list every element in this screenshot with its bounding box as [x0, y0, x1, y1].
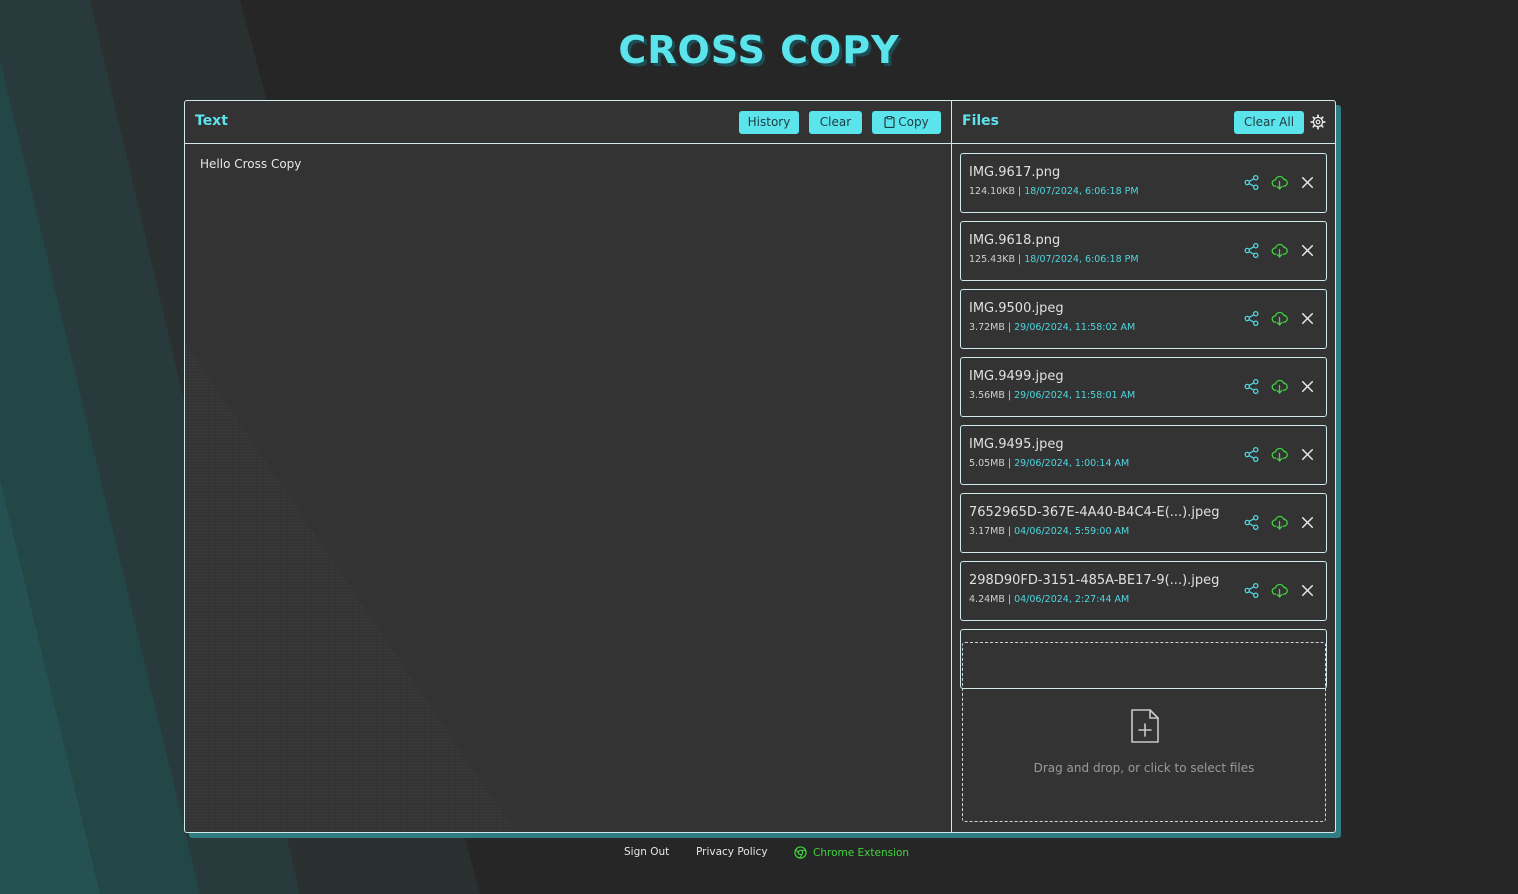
clear-button-label: Clear [819, 115, 852, 129]
file-meta: 124.10KB | 18/07/2024, 6:06:18 PM [969, 186, 1139, 197]
app-title: CROSS COPY [618, 28, 900, 72]
share-icon[interactable] [1243, 242, 1260, 259]
share-icon[interactable] [1243, 378, 1260, 395]
file-date: 18/07/2024, 6:06:18 PM [1024, 186, 1139, 197]
files-panel-header: Files Clear All [952, 101, 1335, 144]
file-name: IMG.9617.png [969, 165, 1061, 180]
file-card[interactable]: 7652965D-367E-4A40-B4C4-E(...).jpeg 3.17… [960, 493, 1327, 553]
chrome-extension-link[interactable]: Chrome Extension [794, 846, 909, 859]
download-icon[interactable] [1271, 514, 1288, 531]
file-add-icon [1131, 709, 1159, 743]
file-meta: 3.56MB | 29/06/2024, 11:58:01 AM [969, 390, 1136, 401]
file-meta: 5.05MB | 29/06/2024, 1:00:14 AM [969, 458, 1130, 469]
file-date: 29/06/2024, 11:58:01 AM [1014, 390, 1136, 401]
share-icon[interactable] [1243, 514, 1260, 531]
dot-shading [185, 342, 515, 832]
files-panel-title: Files [962, 113, 999, 129]
download-icon[interactable] [1271, 582, 1288, 599]
file-size: 3.17MB [969, 526, 1005, 537]
file-card[interactable]: IMG.9499.jpeg 3.56MB | 29/06/2024, 11:58:0… [960, 357, 1327, 417]
history-button[interactable]: History [739, 111, 799, 134]
file-date: 18/07/2024, 6:06:18 PM [1024, 254, 1139, 265]
chrome-icon [794, 846, 807, 859]
share-icon[interactable] [1243, 174, 1260, 191]
file-actions [1243, 378, 1316, 395]
close-icon[interactable] [1299, 174, 1316, 191]
file-name: 7652965D-367E-4A40-B4C4-E(...).jpeg [969, 505, 1220, 520]
file-meta: 125.43KB | 18/07/2024, 6:06:18 PM [969, 254, 1139, 265]
file-meta: 4.24MB | 04/06/2024, 2:27:44 AM [969, 594, 1130, 605]
clear-all-button-label: Clear All [1243, 115, 1295, 129]
file-actions [1243, 242, 1316, 259]
file-card[interactable]: IMG.9500.jpeg 3.72MB | 29/06/2024, 11:58:0… [960, 289, 1327, 349]
close-icon[interactable] [1299, 242, 1316, 259]
text-editor[interactable]: Hello Cross Copy [200, 157, 301, 171]
file-date: 04/06/2024, 2:27:44 AM [1014, 594, 1130, 605]
share-icon[interactable] [1243, 310, 1260, 327]
share-icon[interactable] [1243, 446, 1260, 463]
file-actions [1243, 514, 1316, 531]
file-actions [1243, 582, 1316, 599]
file-size: 124.10KB [969, 186, 1015, 197]
close-icon[interactable] [1299, 378, 1316, 395]
file-name: IMG.9499.jpeg [969, 369, 1064, 384]
file-size: 4.24MB [969, 594, 1005, 605]
file-meta: 3.17MB | 04/06/2024, 5:59:00 AM [969, 526, 1130, 537]
clear-button[interactable]: Clear [809, 111, 862, 134]
file-date: 04/06/2024, 5:59:00 AM [1014, 526, 1130, 537]
text-panel-header: Text History Clear Copy [185, 101, 951, 144]
files-panel: Files Clear All IMG.9617.png 124.10KB | 18… [952, 101, 1335, 832]
clear-all-button[interactable]: Clear All [1234, 111, 1304, 134]
close-icon[interactable] [1299, 582, 1316, 599]
download-icon[interactable] [1271, 242, 1288, 259]
share-icon[interactable] [1243, 582, 1260, 599]
close-icon[interactable] [1299, 514, 1316, 531]
download-icon[interactable] [1271, 446, 1288, 463]
clipboard-icon [884, 116, 895, 129]
close-icon[interactable] [1299, 310, 1316, 327]
file-actions [1243, 310, 1316, 327]
file-size: 3.72MB [969, 322, 1005, 333]
copy-button-label: Copy [898, 115, 929, 129]
text-panel-title: Text [195, 113, 228, 129]
file-size: 3.56MB [969, 390, 1005, 401]
file-actions [1243, 174, 1316, 191]
file-name: IMG.9495.jpeg [969, 437, 1064, 452]
file-meta: 3.72MB | 29/06/2024, 11:58:02 AM [969, 322, 1136, 333]
file-dropzone[interactable]: Drag and drop, or click to select files [962, 642, 1326, 822]
file-size: 5.05MB [969, 458, 1005, 469]
file-card[interactable]: IMG.9495.jpeg 5.05MB | 29/06/2024, 1:00:14… [960, 425, 1327, 485]
copy-button[interactable]: Copy [872, 111, 941, 134]
download-icon[interactable] [1271, 174, 1288, 191]
dropzone-text: Drag and drop, or click to select files [1033, 761, 1255, 775]
file-name: 298D90FD-3151-485A-BE17-9(...).jpeg [969, 573, 1220, 588]
history-button-label: History [747, 115, 791, 129]
file-card[interactable]: 298D90FD-3151-485A-BE17-9(...).jpeg 4.24… [960, 561, 1327, 621]
download-icon[interactable] [1271, 378, 1288, 395]
sign-out-link[interactable]: Sign Out [624, 846, 669, 858]
download-icon[interactable] [1271, 310, 1288, 327]
file-actions [1243, 446, 1316, 463]
file-name: IMG.9618.png [969, 233, 1061, 248]
file-date: 29/06/2024, 1:00:14 AM [1014, 458, 1130, 469]
file-date: 29/06/2024, 11:58:02 AM [1014, 322, 1136, 333]
file-card[interactable]: IMG.9618.png 125.43KB | 18/07/2024, 6:06:1… [960, 221, 1327, 281]
main-panel: Text History Clear Copy Hello Cross Copy… [184, 100, 1336, 833]
close-icon[interactable] [1299, 446, 1316, 463]
privacy-policy-link[interactable]: Privacy Policy [696, 846, 768, 858]
file-name: IMG.9500.jpeg [969, 301, 1064, 316]
file-size: 125.43KB [969, 254, 1015, 265]
text-panel: Text History Clear Copy Hello Cross Copy [185, 101, 952, 832]
file-card[interactable]: IMG.9617.png 124.10KB | 18/07/2024, 6:06:1… [960, 153, 1327, 213]
gear-icon[interactable] [1310, 114, 1326, 130]
chrome-extension-label: Chrome Extension [813, 847, 910, 859]
